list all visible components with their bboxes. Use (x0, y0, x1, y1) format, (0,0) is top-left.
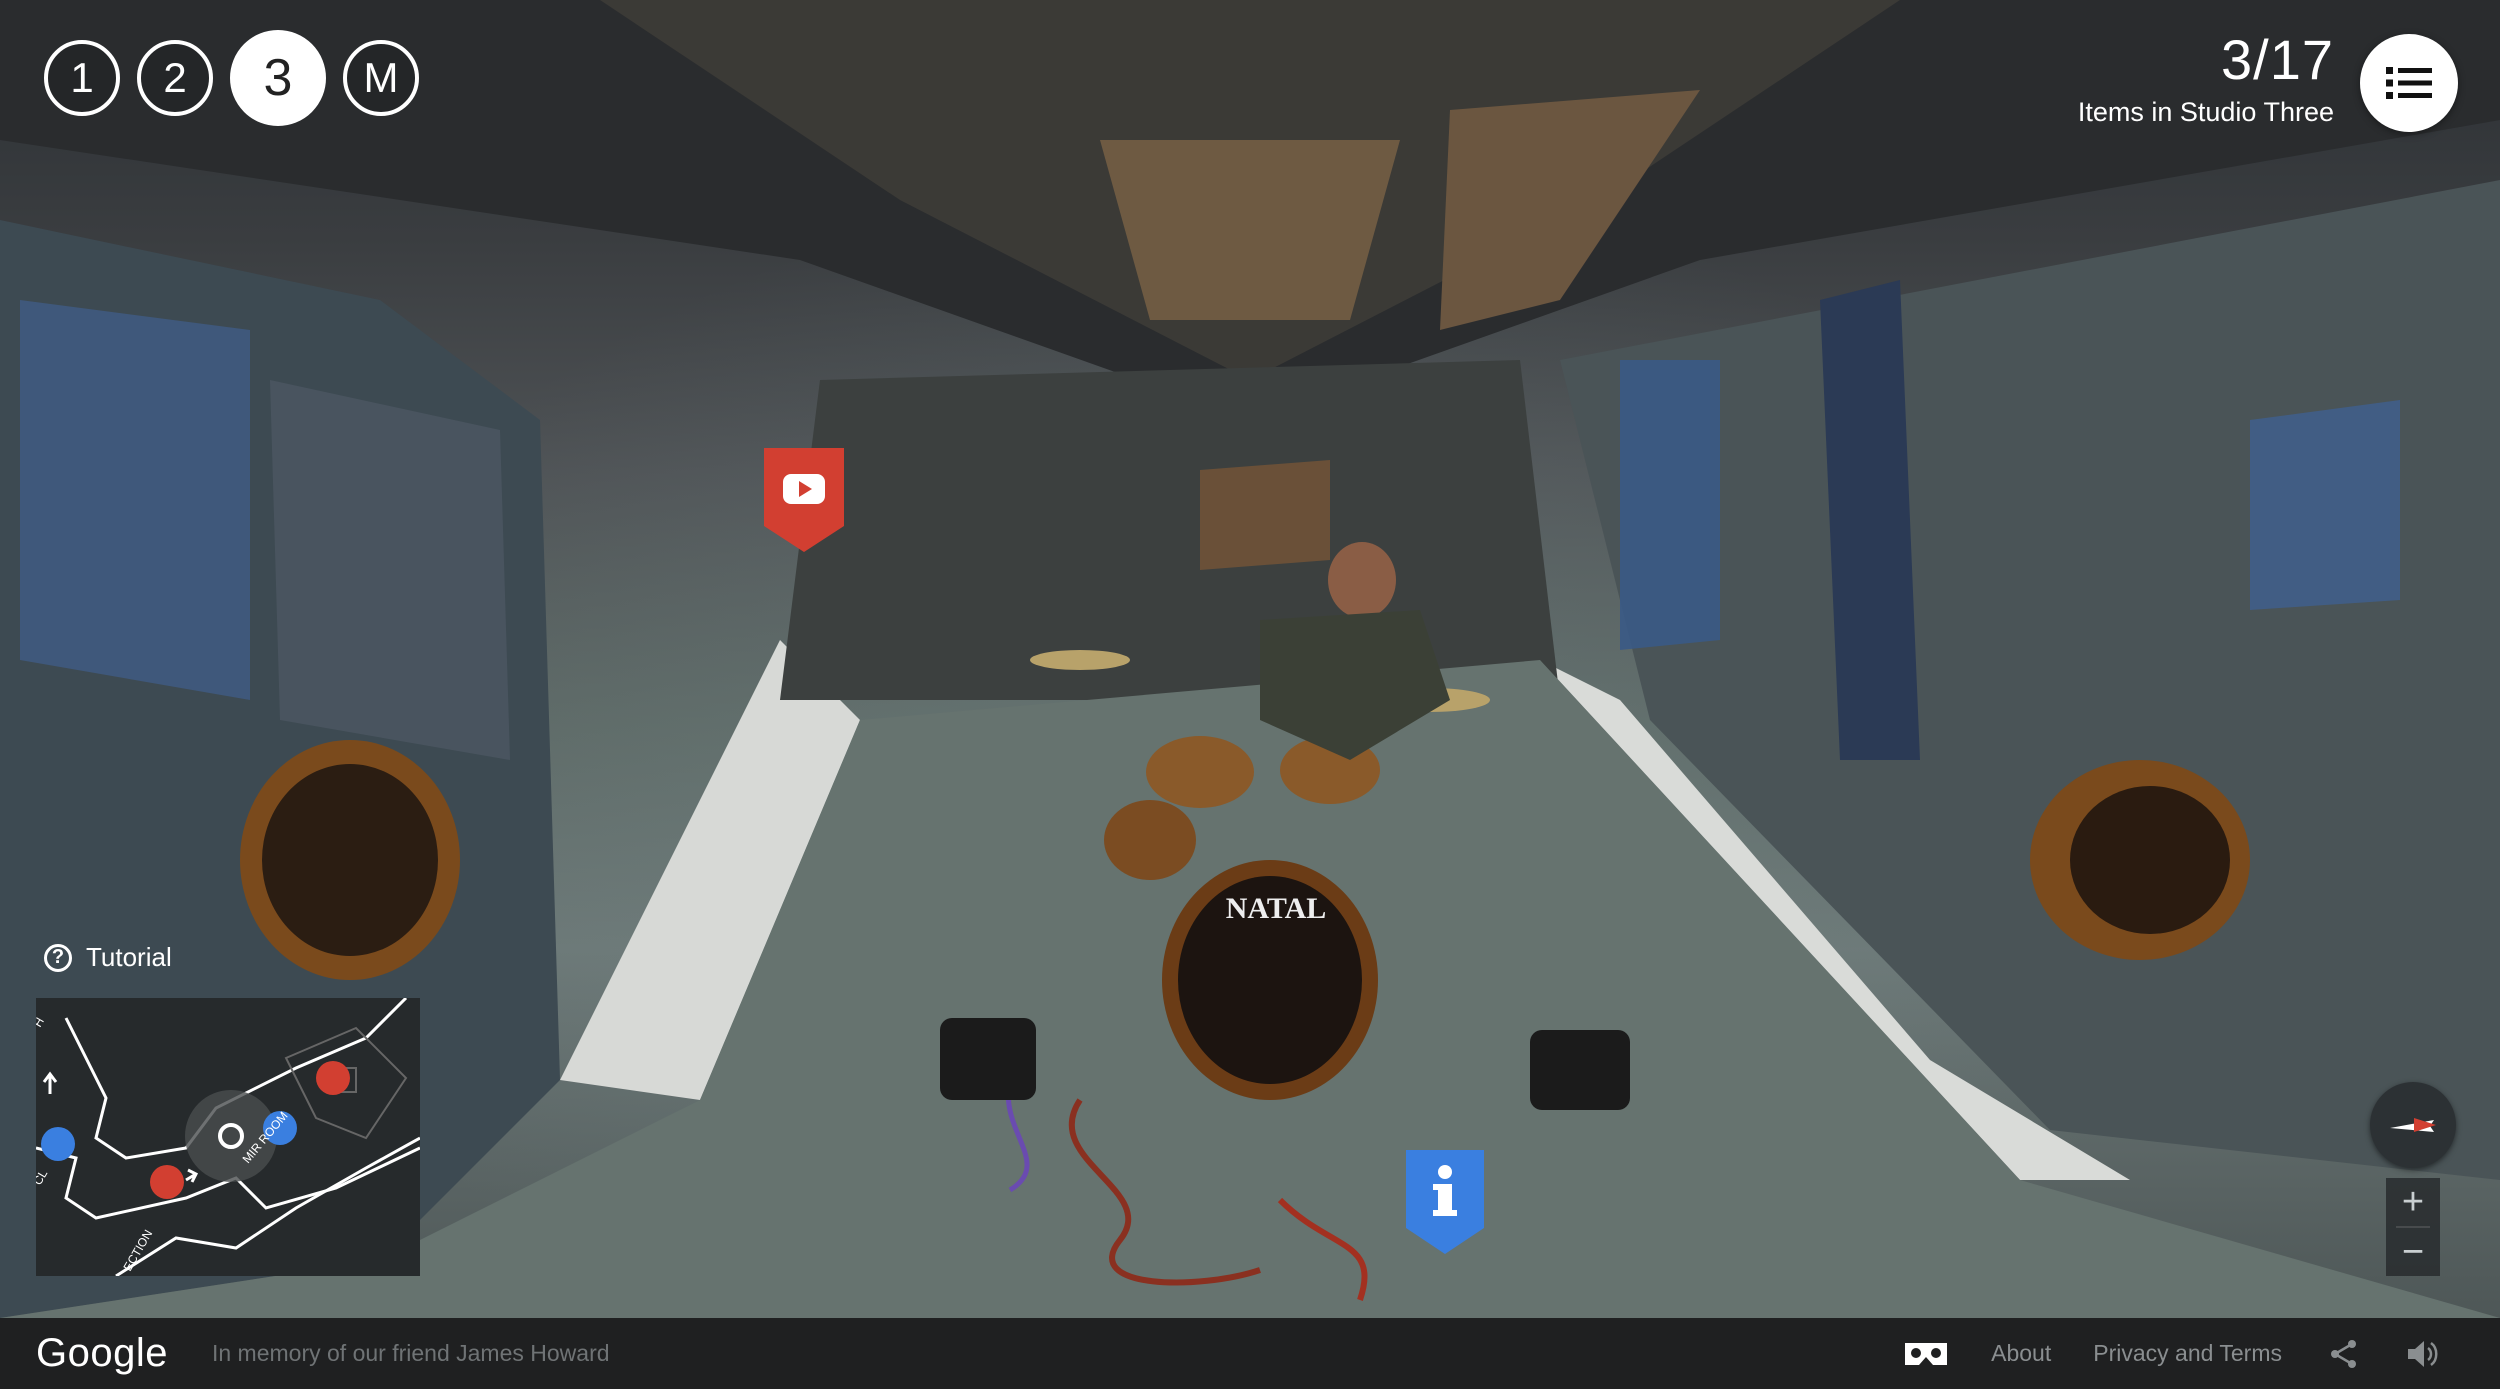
compass-icon (2390, 1118, 2436, 1132)
tutorial-label: Tutorial (86, 942, 172, 972)
privacy-terms-link[interactable]: Privacy and Terms (2093, 1340, 2282, 1367)
item-count: 3/17 (2221, 28, 2334, 91)
zoom-out-button[interactable]: − (2386, 1228, 2440, 1276)
level-2-button[interactable]: 2 (137, 40, 213, 116)
volume-icon[interactable] (2406, 1339, 2440, 1369)
footer-actions: About Privacy and Terms (1855, 1318, 2440, 1389)
item-counter: 3/17 Items in Studio Three (2078, 28, 2334, 130)
minimap-label: H (36, 1015, 47, 1030)
drum-brand-text: NATAL (1226, 892, 1327, 925)
footer-bar: Google In memory of our friend James How… (0, 1318, 2500, 1389)
list-icon (2386, 67, 2432, 99)
compass-button[interactable] (2370, 1082, 2456, 1168)
zoom-control: + − (2386, 1178, 2440, 1276)
level-selector: 1 2 3 M (44, 30, 419, 126)
youtube-play-icon (764, 448, 844, 552)
minimap-canvas: MIR ROOM ECTION H CL (36, 998, 420, 1276)
info-icon (1406, 1150, 1484, 1254)
info-hotspot[interactable] (1406, 1150, 1484, 1254)
help-circle-icon: ? (44, 943, 72, 972)
about-link[interactable]: About (1991, 1340, 2051, 1367)
item-count-label: Items in Studio Three (2077, 97, 2334, 127)
minimap[interactable]: MIR ROOM ECTION H CL (36, 998, 420, 1276)
zoom-in-button[interactable]: + (2386, 1178, 2440, 1226)
vr-headset-icon[interactable] (1903, 1339, 1949, 1369)
video-hotspot[interactable] (764, 448, 844, 552)
share-icon[interactable] (2330, 1339, 2358, 1369)
item-list-button[interactable] (2360, 34, 2458, 132)
panorama-viewport[interactable]: NATAL 1 2 3 M 3/17 Items in Studio Three… (0, 0, 2500, 1318)
level-1-button[interactable]: 1 (44, 40, 120, 116)
minimap-label: ECTION (120, 1227, 155, 1273)
google-logo[interactable]: Google (36, 1331, 168, 1376)
memorial-text: In memory of our friend James Howard (211, 1340, 610, 1366)
minimap-label: CL (36, 1167, 50, 1188)
tutorial-button[interactable]: ? Tutorial (44, 942, 172, 973)
level-3-button[interactable]: 3 (230, 30, 326, 126)
level-m-button[interactable]: M (343, 40, 419, 116)
